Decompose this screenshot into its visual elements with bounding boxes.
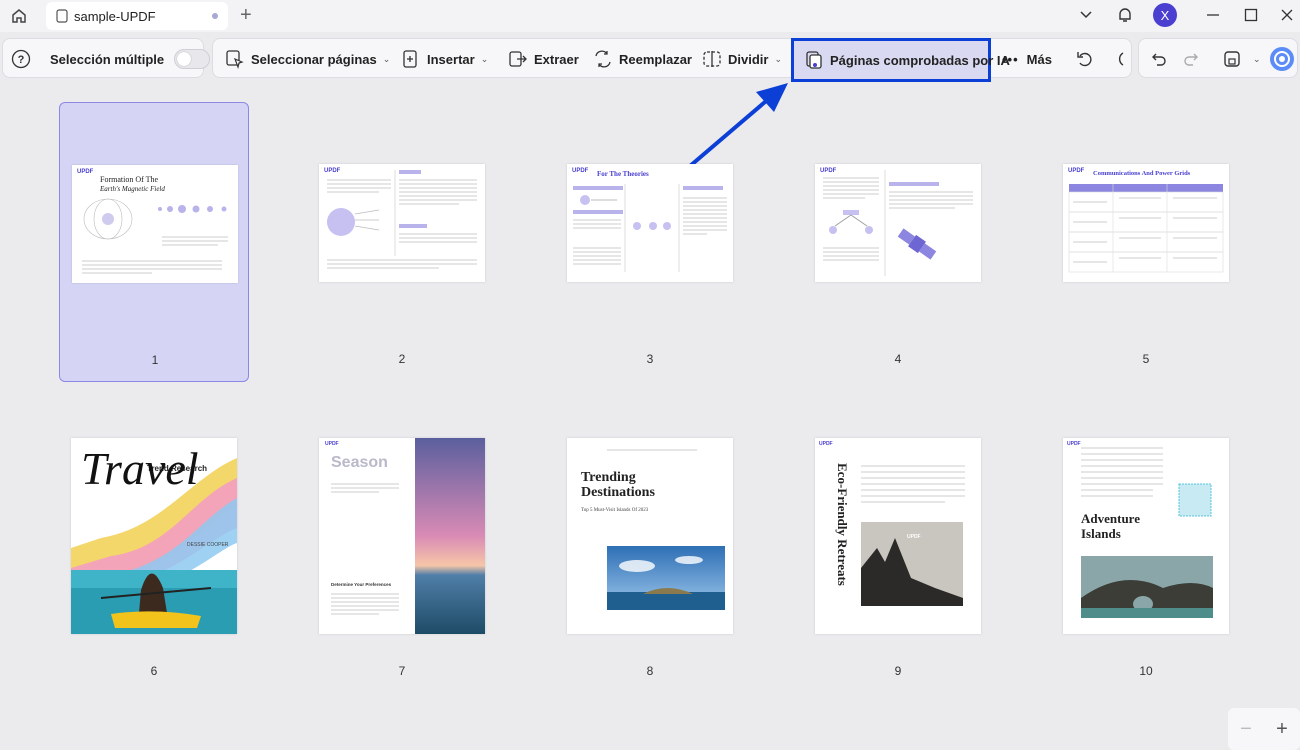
page-number: 6: [150, 664, 158, 678]
page-thumbnail: UPDF Formation Of The Earth's Magnetic F…: [72, 165, 238, 283]
extract-button[interactable]: Extraer: [508, 39, 579, 79]
page-card-9[interactable]: UPDF Eco-Friendly Retreats UPDF 9: [803, 414, 993, 694]
avatar[interactable]: X: [1153, 3, 1177, 27]
updf-logo: UPDF: [77, 169, 94, 175]
page-card-2[interactable]: UPDF 2: [307, 102, 497, 382]
page-card-6[interactable]: Trend Research Travel DESSIE COOPER 6: [59, 414, 249, 694]
multi-select-toggle[interactable]: Selección múltiple: [50, 39, 211, 79]
zoom-out-button[interactable]: −: [1240, 718, 1252, 741]
ai-pages-button[interactable]: Páginas comprobadas por IA: [791, 38, 1010, 82]
toggle-switch[interactable]: [174, 49, 211, 69]
page-number: 1: [151, 353, 159, 367]
page-number: 9: [894, 664, 902, 678]
page-grid: UPDF Formation Of The Earth's Magnetic F…: [0, 90, 1300, 750]
save-icon[interactable]: ⌄: [1223, 39, 1261, 79]
toolbar-group-history: ⌄: [1138, 38, 1298, 78]
page-number: 10: [1139, 664, 1153, 678]
replace-button[interactable]: Reemplazar: [593, 39, 692, 79]
page-thumbnail: UPDF Communications And Power Grids: [1063, 164, 1229, 282]
split-button[interactable]: Dividir ⌄: [702, 39, 782, 79]
extract-icon: [509, 51, 527, 67]
page-card-10[interactable]: UPDF Adventure Islands 10: [1051, 414, 1241, 694]
page-number: 2: [398, 352, 406, 366]
page-thumbnail: UPDF: [319, 164, 485, 282]
insert-icon: [403, 50, 417, 68]
page-card-8[interactable]: Trending Destinations Top 5 Must-Visit I…: [555, 414, 745, 694]
page-thumbnail: UPDF Season Determine Your Preferences: [319, 438, 485, 634]
toolbar: ? Selección múltiple Seleccionar páginas…: [0, 36, 1300, 82]
zoom-in-button[interactable]: +: [1276, 718, 1288, 741]
unsaved-dot-icon: [212, 13, 218, 19]
document-icon: [56, 9, 68, 23]
select-pages-icon: [226, 50, 244, 69]
chevron-down-icon[interactable]: [1078, 4, 1094, 26]
page-number: 7: [398, 664, 406, 678]
zoom-controls: − +: [1228, 708, 1300, 750]
home-icon[interactable]: [8, 5, 30, 27]
bell-icon[interactable]: [1115, 4, 1135, 26]
undo-icon[interactable]: [1149, 39, 1173, 79]
select-pages-button[interactable]: Seleccionar páginas ⌄: [225, 39, 390, 79]
page-card-1[interactable]: UPDF Formation Of The Earth's Magnetic F…: [59, 102, 249, 382]
page-card-7[interactable]: UPDF Season Determine Your Preferences 7: [307, 414, 497, 694]
page-card-4[interactable]: UPDF 4: [803, 102, 993, 382]
split-icon: [703, 51, 721, 67]
rotate-right-icon[interactable]: [1113, 39, 1133, 79]
ai-pages-icon: [806, 51, 822, 69]
page-thumbnail: UPDF Eco-Friendly Retreats UPDF: [815, 438, 981, 634]
svg-text:?: ?: [18, 54, 25, 66]
page-number: 8: [646, 664, 654, 678]
page-thumbnail: UPDF For The Theories: [567, 164, 733, 282]
page-thumbnail: Trend Research Travel DESSIE COOPER: [71, 438, 237, 634]
title-bar: sample-UPDF + X: [0, 0, 1300, 32]
close-icon[interactable]: [1279, 4, 1295, 26]
page-card-5[interactable]: UPDF Communications And Power Grids 5: [1051, 102, 1241, 382]
replace-icon: [595, 50, 611, 68]
page-thumbnail: UPDF Adventure Islands: [1063, 438, 1229, 634]
ai-assistant-icon[interactable]: [1269, 39, 1300, 79]
page-number: 3: [646, 352, 654, 366]
page-number: 4: [894, 352, 902, 366]
document-tab[interactable]: sample-UPDF: [46, 2, 228, 30]
travel-title: Travel: [81, 443, 199, 494]
multi-select-label: Selección múltiple: [50, 51, 165, 67]
help-icon[interactable]: ?: [11, 39, 37, 79]
rotate-left-icon[interactable]: [1075, 39, 1101, 79]
minimize-icon[interactable]: [1205, 4, 1221, 26]
maximize-icon[interactable]: [1243, 4, 1259, 26]
tab-title: sample-UPDF: [74, 8, 156, 24]
new-tab-icon[interactable]: +: [240, 5, 252, 25]
page-number: 5: [1142, 352, 1150, 366]
page-thumbnail: Trending Destinations Top 5 Must-Visit I…: [567, 438, 733, 634]
toolbar-group-selection: ? Selección múltiple: [2, 38, 211, 79]
page-thumbnail: UPDF: [815, 164, 981, 282]
redo-icon[interactable]: [1183, 39, 1207, 79]
page-card-3[interactable]: UPDF For The Theories 3: [555, 102, 745, 382]
insert-button[interactable]: Insertar ⌄: [401, 39, 488, 79]
